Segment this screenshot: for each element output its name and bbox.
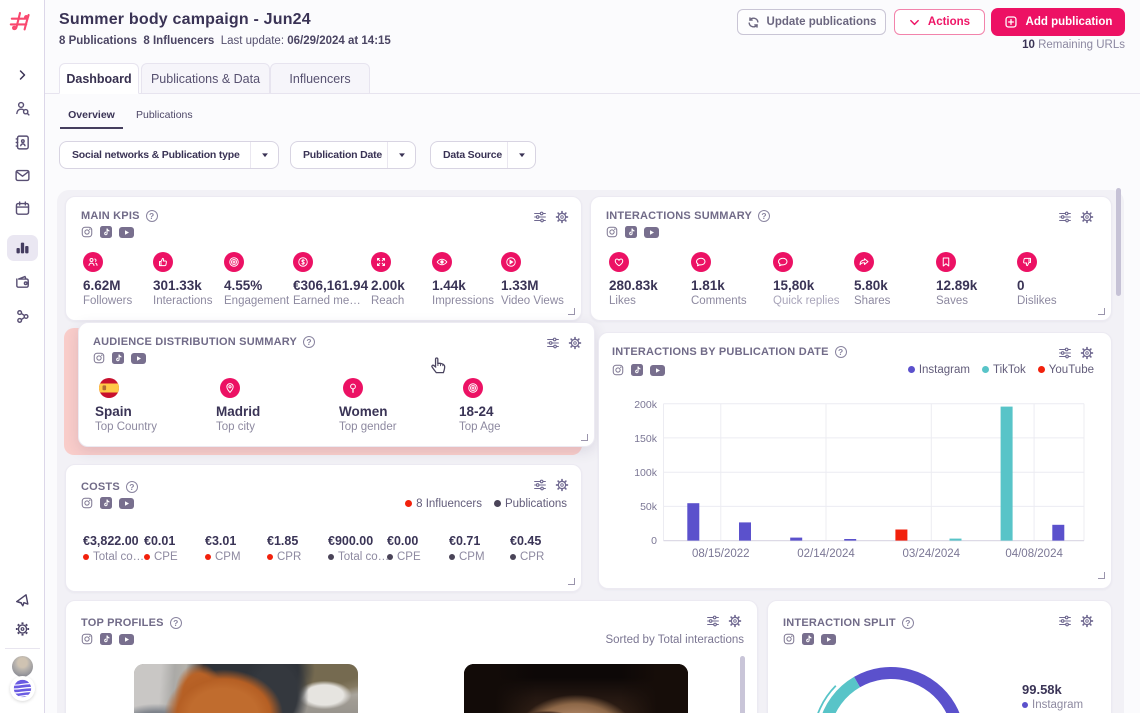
svg-text:04/08/2024: 04/08/2024 bbox=[1005, 548, 1063, 560]
svg-text:08/15/2022: 08/15/2022 bbox=[692, 548, 750, 560]
svg-text:02/14/2024: 02/14/2024 bbox=[797, 548, 855, 560]
svg-text:03/24/2024: 03/24/2024 bbox=[903, 548, 961, 560]
svg-text:50k: 50k bbox=[640, 501, 658, 513]
svg-text:200k: 200k bbox=[634, 399, 658, 411]
svg-text:150k: 150k bbox=[634, 433, 658, 445]
svg-text:0: 0 bbox=[651, 535, 657, 547]
svg-text:100k: 100k bbox=[634, 467, 658, 479]
